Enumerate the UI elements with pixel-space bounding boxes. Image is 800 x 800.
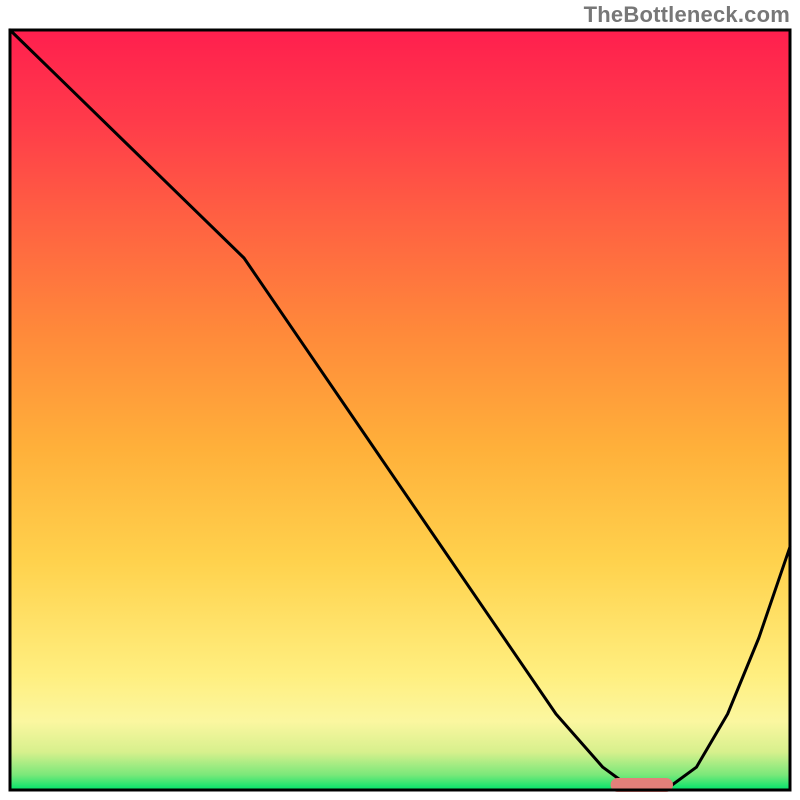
watermark-text: TheBottleneck.com [584,2,790,28]
chart-container: TheBottleneck.com [0,0,800,800]
bottleneck-chart [0,0,800,800]
